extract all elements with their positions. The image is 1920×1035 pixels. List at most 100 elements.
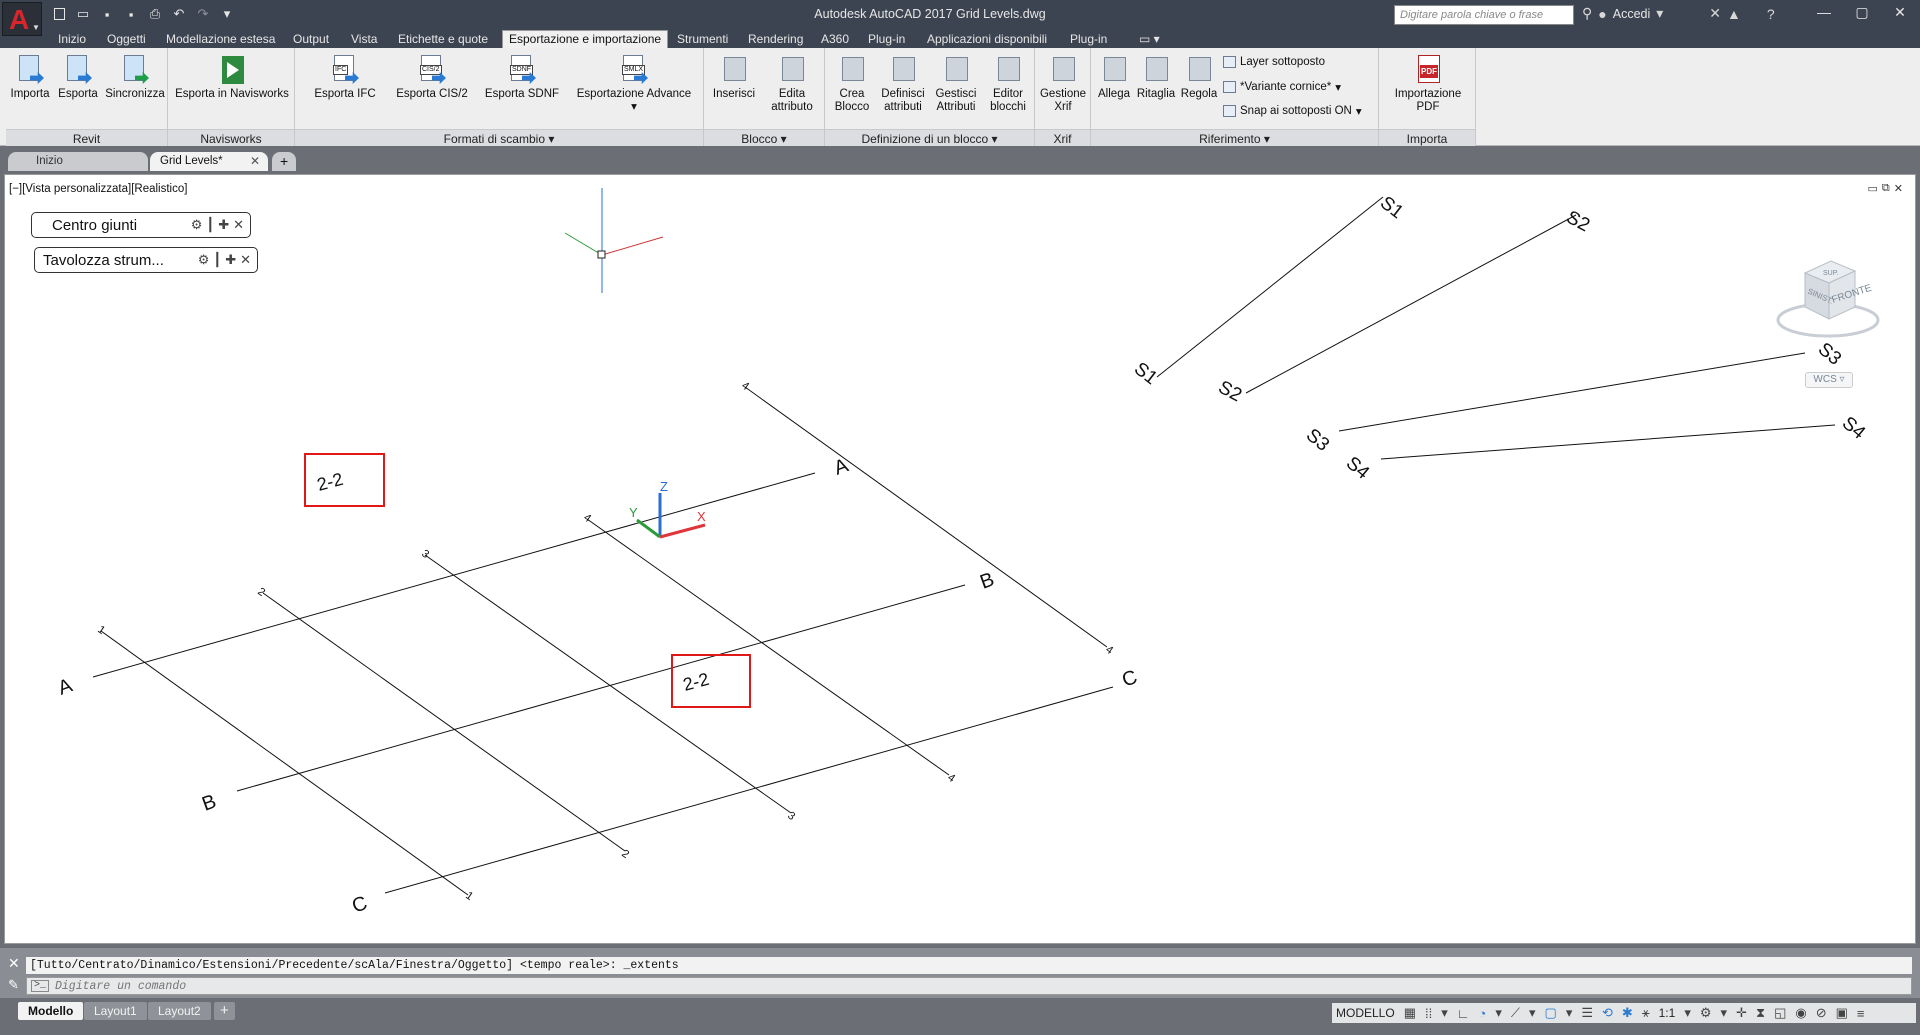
save-icon[interactable]: ▪ [98, 6, 116, 22]
customization-icon[interactable]: ≡ [1857, 1006, 1865, 1021]
esporta-sdnf-button[interactable]: SDNF Esporta SDNF [477, 54, 567, 101]
esporta-ifc-button[interactable]: IFC Esporta IFC [305, 54, 385, 101]
object-snap-icon[interactable]: ▢ [1545, 1005, 1557, 1021]
allega-button[interactable]: Allega [1095, 54, 1133, 101]
signin-link[interactable]: Accedi [1613, 7, 1651, 21]
selection-cycling-icon[interactable]: ⟲ [1602, 1005, 1613, 1021]
chevron-down-icon[interactable]: ▾ [1684, 1005, 1691, 1021]
definisci-attributi-button[interactable]: Definisci attributi [877, 54, 929, 114]
panel-title-dropdown[interactable]: Definizione di un blocco ▾ [825, 129, 1034, 146]
plot-icon[interactable]: ⎙ [146, 6, 164, 22]
hardware-acceleration-icon[interactable]: ⊘ [1816, 1005, 1827, 1021]
tab-a360[interactable]: A360 [821, 30, 849, 48]
drawing-viewport[interactable]: [−][Vista personalizzata][Realistico] ▭ … [4, 174, 1916, 944]
esportazione-advance-button[interactable]: SMLX Esportazione Advance ▾ [567, 54, 701, 114]
ribbon-options-icon[interactable]: ▭ ▾ [1139, 30, 1160, 48]
chevron-down-icon[interactable]: ▾ [1721, 1005, 1728, 1021]
autodesk-account-icon[interactable]: ▲ [1727, 6, 1741, 22]
minimize-icon[interactable]: — [1812, 4, 1836, 21]
tab-rendering[interactable]: Rendering [748, 30, 803, 48]
panel-title-dropdown[interactable]: Formati di scambio ▾ [295, 129, 703, 146]
ortho-icon[interactable]: ∟ [1457, 1006, 1470, 1021]
redo-icon[interactable]: ↷ [194, 6, 212, 22]
model-space-button[interactable]: MODELLO [1336, 1006, 1395, 1020]
tab-vista[interactable]: Vista [351, 30, 377, 48]
chevron-down-icon[interactable]: ▾ [1566, 1005, 1573, 1021]
exchange-icon[interactable]: ✕ [1709, 5, 1721, 22]
tab-strumenti[interactable]: Strumenti [677, 30, 728, 48]
layout-tab-modello[interactable]: Modello [18, 1002, 84, 1020]
file-tab-inizio[interactable]: Inizio [8, 152, 148, 171]
workspace-gear-icon[interactable]: ⚙ [1700, 1005, 1712, 1021]
new-tab-button[interactable]: + [272, 152, 297, 171]
application-menu-button[interactable]: A ▼ [2, 2, 42, 36]
quick-properties-icon[interactable]: ◱ [1774, 1005, 1786, 1021]
binoculars-icon[interactable]: ⚲ [1582, 5, 1592, 22]
save-as-icon[interactable]: ▪ [122, 6, 140, 22]
new-icon[interactable] [50, 6, 68, 22]
panel-title-dropdown[interactable]: Riferimento ▾ [1091, 129, 1378, 146]
layout-tab-layout1[interactable]: Layout1 [84, 1002, 147, 1020]
grid-icon[interactable]: ▦ [1404, 1005, 1416, 1021]
search-input[interactable]: Digitare parola chiave o frase [1394, 5, 1574, 25]
edita-attributo-button[interactable]: Edita attributo [762, 54, 822, 114]
chevron-down-icon[interactable]: ▾ [1529, 1005, 1536, 1021]
help-icon[interactable]: ? [1767, 6, 1775, 22]
layout-tab-layout2[interactable]: Layout2 [148, 1002, 211, 1020]
gestisci-attributi-button[interactable]: Gestisci Attributi [931, 54, 981, 114]
file-tab-grid-levels[interactable]: Grid Levels* ✕ [150, 152, 268, 171]
sincronizza-button[interactable]: Sincronizza [104, 54, 166, 101]
lineweight-icon[interactable]: ☰ [1581, 1005, 1593, 1021]
wcs-dropdown[interactable]: WCS ▿ [1805, 372, 1853, 388]
command-input[interactable] [55, 979, 1895, 993]
ritaglia-button[interactable]: Ritaglia [1135, 54, 1177, 101]
user-icon[interactable]: ● [1598, 6, 1606, 22]
variante-cornice-dropdown[interactable]: *Variante cornice* ▾ [1223, 80, 1341, 94]
undo-icon[interactable]: ↶ [170, 6, 188, 22]
annotation-scale-value[interactable]: 1:1 [1659, 1006, 1676, 1020]
layer-sottoposto-button[interactable]: Layer sottoposto [1223, 56, 1325, 68]
command-prompt-icon[interactable]: >_ [31, 980, 50, 992]
close-icon[interactable]: ✕ [1888, 4, 1912, 21]
annotation-visibility-icon[interactable]: ✱ [1622, 1005, 1633, 1021]
editor-blocchi-button[interactable]: Editor blocchi [983, 54, 1033, 114]
esporta-revit-button[interactable]: Esporta [56, 54, 100, 101]
open-icon[interactable]: ▭ [74, 6, 92, 22]
tab-plug-in[interactable]: Plug-in [868, 30, 905, 48]
snap-sottoposti-dropdown[interactable]: Snap ai sottoposti ON ▾ [1223, 104, 1362, 118]
isodraft-icon[interactable]: ⟋ [1511, 1005, 1520, 1021]
tab-plug-in-2[interactable]: Plug-in [1070, 30, 1107, 48]
tab-etichette-e-quote[interactable]: Etichette e quote [398, 30, 488, 48]
importa-revit-button[interactable]: Importa [8, 54, 52, 101]
close-icon[interactable]: ✕ [250, 154, 260, 168]
clean-screen-icon[interactable]: ▣ [1836, 1005, 1848, 1021]
annotation-monitor-icon[interactable]: ✛ [1736, 1005, 1747, 1021]
inserisci-button[interactable]: Inserisci [708, 54, 760, 101]
viewcube[interactable]: FRONTE SINIST. SUP. [1773, 245, 1883, 355]
importazione-pdf-button[interactable]: PDF Importazione PDF [1383, 54, 1473, 114]
tab-oggetti[interactable]: Oggetti [107, 30, 146, 48]
esporta-navisworks-button[interactable]: Esporta in Navisworks [172, 54, 292, 101]
snap-icon[interactable]: ⁞⁞ [1425, 1006, 1432, 1021]
tab-inizio[interactable]: Inizio [58, 30, 86, 48]
maximize-icon[interactable]: ▢ [1850, 4, 1874, 21]
regola-button[interactable]: Regola [1179, 54, 1219, 101]
tab-esportazione-e-importazione[interactable]: Esportazione e importazione [502, 30, 669, 49]
chevron-down-icon[interactable]: ▾ [1441, 1005, 1448, 1021]
chevron-down-icon[interactable]: ▾ [1495, 1005, 1502, 1021]
add-layout-button[interactable]: + [214, 1002, 235, 1020]
tab-applicazioni-disponibili[interactable]: Applicazioni disponibili [927, 30, 1047, 48]
close-icon[interactable]: ✕ [8, 955, 20, 972]
panel-title-dropdown[interactable]: Blocco ▾ [704, 129, 824, 146]
tab-modellazione-estesa[interactable]: Modellazione estesa [166, 30, 275, 48]
polar-tracking-icon[interactable]: ◔ [1478, 1006, 1486, 1021]
chevron-down-icon[interactable]: ▾ [1656, 5, 1663, 22]
crea-blocco-button[interactable]: Crea Blocco [829, 54, 875, 114]
units-icon[interactable]: ⧗ [1756, 1005, 1765, 1021]
wrench-icon[interactable]: ✎ [8, 977, 19, 993]
tab-output[interactable]: Output [293, 30, 329, 48]
esporta-cis2-button[interactable]: CIS/2 Esporta CIS/2 [387, 54, 477, 101]
workspace-dropdown-icon[interactable]: ▾ [218, 6, 236, 22]
isolate-objects-icon[interactable]: ◉ [1795, 1005, 1806, 1021]
gestione-xrif-button[interactable]: Gestione Xrif [1037, 54, 1089, 114]
